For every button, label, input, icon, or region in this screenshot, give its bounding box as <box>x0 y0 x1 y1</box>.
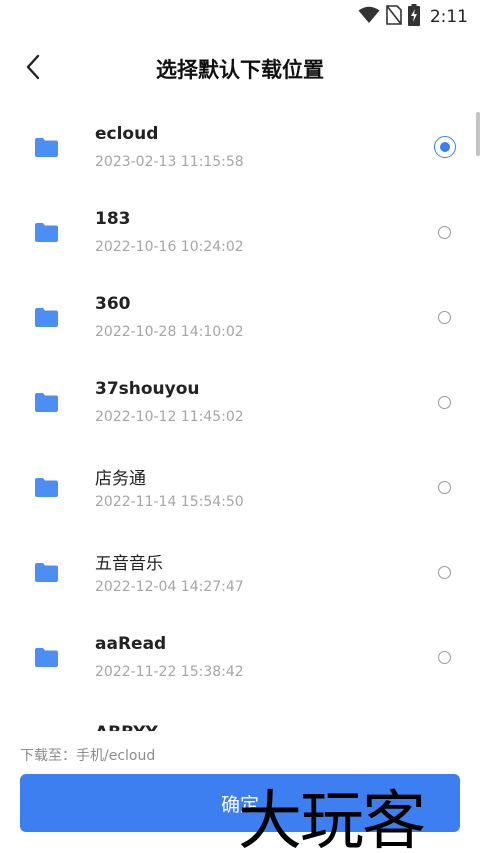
folder-date: 2022-11-14 15:54:50 <box>95 494 244 510</box>
radio-unselected[interactable] <box>438 566 451 579</box>
radio-unselected[interactable] <box>438 481 451 494</box>
battery-charging-icon <box>407 4 420 30</box>
folder-icon <box>34 392 59 413</box>
folder-name: 360 <box>95 294 131 314</box>
folder-date: 2023-02-13 11:15:58 <box>95 154 244 170</box>
no-sim-icon <box>386 5 402 29</box>
folder-icon <box>34 137 59 158</box>
radio-unselected[interactable] <box>438 396 451 409</box>
scrollbar-thumb[interactable] <box>476 112 480 156</box>
folder-item-360[interactable]: 360 2022-10-28 14:10:02 <box>0 276 480 361</box>
folder-name: 37shouyou <box>95 379 200 399</box>
folder-icon <box>34 307 59 328</box>
folder-item-wuyinyinyue[interactable]: 五音音乐 2022-12-04 14:27:47 <box>0 531 480 616</box>
wifi-icon <box>358 6 380 28</box>
folder-icon <box>34 647 59 668</box>
folder-icon <box>34 477 59 498</box>
radio-unselected[interactable] <box>438 311 451 324</box>
download-path-label: 下载至：手机/ecloud <box>20 748 156 764</box>
status-icons: 2:11 <box>358 4 468 30</box>
folder-name: 店务通 <box>95 469 146 489</box>
folder-name: aaRead <box>95 634 167 654</box>
folder-item-aaread[interactable]: aaRead 2022-11-22 15:38:42 <box>0 616 480 701</box>
folder-date: 2022-12-04 14:27:47 <box>95 579 244 595</box>
folder-name: ecloud <box>95 124 159 144</box>
folder-icon <box>34 562 59 583</box>
folder-name: 183 <box>95 209 131 229</box>
folder-item-183[interactable]: 183 2022-10-16 10:24:02 <box>0 191 480 276</box>
folder-item-37shouyou[interactable]: 37shouyou 2022-10-12 11:45:02 <box>0 361 480 446</box>
folder-item-dianwutong[interactable]: 店务通 2022-11-14 15:54:50 <box>0 446 480 531</box>
folder-date: 2022-11-22 15:38:42 <box>95 664 244 680</box>
radio-unselected[interactable] <box>438 651 451 664</box>
folder-name: 五音音乐 <box>95 554 163 574</box>
radio-selected[interactable] <box>434 136 456 158</box>
folder-icon <box>34 222 59 243</box>
folder-date: 2022-10-28 14:10:02 <box>95 324 244 340</box>
folder-date: 2022-10-12 11:45:02 <box>95 409 244 425</box>
page-title: 选择默认下载位置 <box>156 58 324 82</box>
app-header: 选择默认下载位置 <box>0 34 480 104</box>
radio-unselected[interactable] <box>438 226 451 239</box>
folder-item-partial[interactable]: ABBYY <box>95 723 158 731</box>
folder-item-ecloud[interactable]: ecloud 2023-02-13 11:15:58 <box>0 106 480 191</box>
folder-date: 2022-10-16 10:24:02 <box>95 239 244 255</box>
status-time: 2:11 <box>429 7 468 27</box>
footer: 下载至：手机/ecloud 确定 <box>0 731 480 853</box>
folder-list[interactable]: ecloud 2023-02-13 11:15:58 183 2022-10-1… <box>0 106 480 730</box>
status-bar: 2:11 <box>0 0 480 34</box>
confirm-button[interactable]: 确定 <box>20 774 460 832</box>
folder-name: ABBYY <box>95 723 158 731</box>
